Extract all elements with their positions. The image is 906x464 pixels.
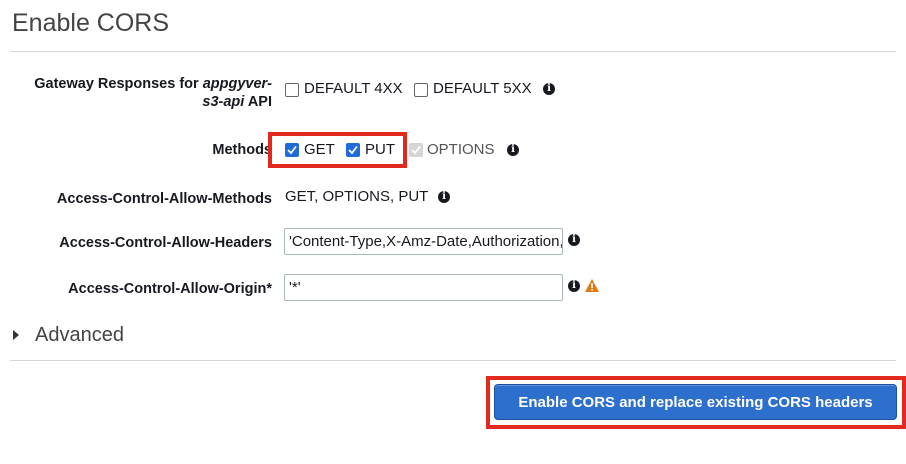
allow-origin-label: Access-Control-Allow-Origin* bbox=[68, 281, 272, 297]
enable-cors-button[interactable]: Enable CORS and replace existing CORS he… bbox=[494, 384, 897, 420]
default-4xx-checkbox[interactable] bbox=[285, 83, 299, 97]
methods-label: Methods bbox=[212, 142, 272, 158]
warning-icon[interactable] bbox=[584, 278, 600, 293]
allow-methods-info-icon[interactable]: i bbox=[438, 191, 450, 203]
title-divider bbox=[10, 51, 896, 52]
allow-headers-input[interactable]: 'Content-Type,X-Amz-Date,Authorization,X… bbox=[284, 228, 563, 255]
advanced-toggle[interactable]: Advanced bbox=[35, 324, 124, 347]
default-4xx-label: DEFAULT 4XX bbox=[304, 80, 403, 97]
allow-headers-label: Access-Control-Allow-Headers bbox=[59, 235, 272, 251]
allow-origin-input[interactable]: '*' bbox=[284, 274, 563, 301]
method-options-label: OPTIONS bbox=[427, 141, 495, 158]
default-5xx-checkbox[interactable] bbox=[414, 83, 428, 97]
advanced-divider bbox=[10, 360, 896, 361]
allow-methods-label: Access-Control-Allow-Methods bbox=[56, 191, 272, 207]
gateway-responses-label: Gateway Responses for appgyver- s3-api A… bbox=[34, 76, 272, 110]
page-title: Enable CORS bbox=[12, 9, 170, 37]
allow-origin-info-icon[interactable]: i bbox=[568, 280, 580, 292]
default-5xx-label: DEFAULT 5XX bbox=[433, 80, 532, 97]
methods-info-icon[interactable]: i bbox=[507, 144, 519, 156]
check-icon bbox=[411, 145, 421, 155]
gateway-responses-info-icon[interactable]: i bbox=[543, 83, 555, 95]
allow-headers-info-icon[interactable]: i bbox=[568, 234, 580, 246]
allow-methods-value: GET, OPTIONS, PUT bbox=[285, 188, 429, 205]
methods-highlight-box bbox=[268, 132, 407, 168]
method-options-checkbox bbox=[409, 143, 423, 157]
advanced-caret-icon[interactable] bbox=[13, 330, 19, 340]
